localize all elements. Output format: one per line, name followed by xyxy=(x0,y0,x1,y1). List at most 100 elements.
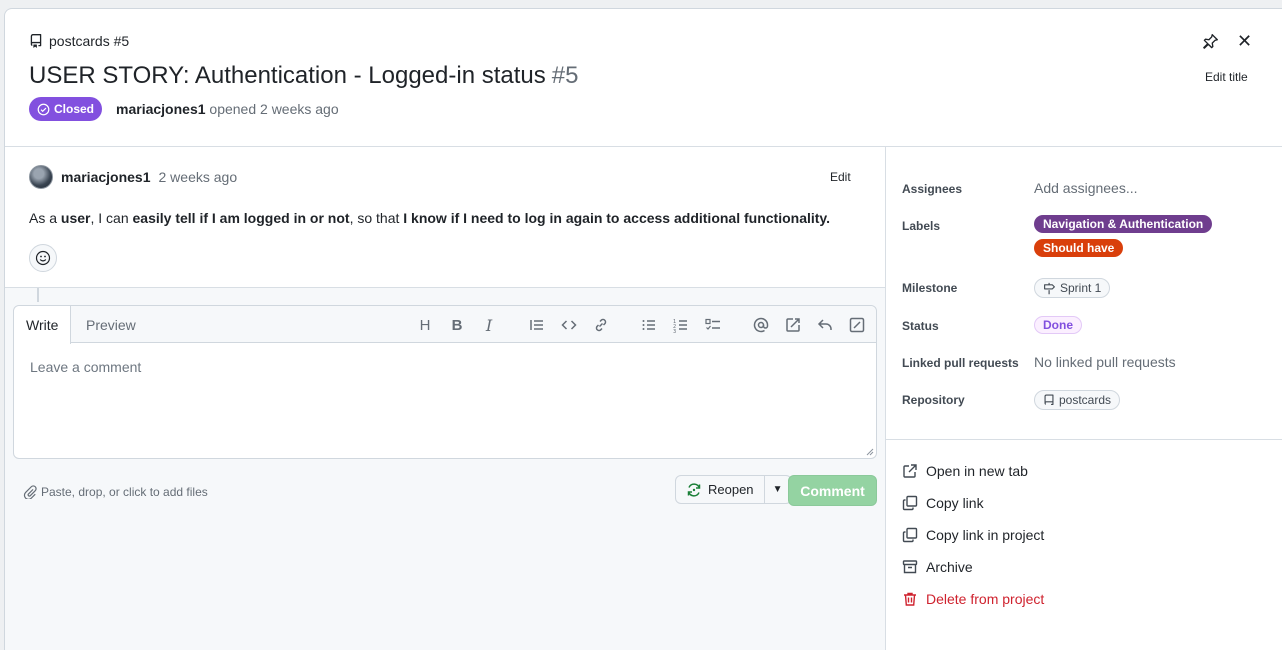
author-link[interactable]: mariacjones1 xyxy=(116,101,206,117)
pin-button[interactable] xyxy=(1201,33,1219,56)
paperclip-icon xyxy=(23,485,37,499)
edit-comment-button[interactable]: Edit xyxy=(830,170,851,184)
edit-square-icon xyxy=(849,317,865,333)
issue-main: mariacjones1 2 weeks ago Edit As a user,… xyxy=(5,147,885,650)
comment-body-segment: , I can xyxy=(90,210,133,226)
reopen-options-button[interactable]: ▼ xyxy=(765,476,791,503)
bold-icon: B xyxy=(451,316,463,334)
copy-link-in-project-button[interactable]: Copy link in project xyxy=(902,527,1044,543)
close-icon: ✕ xyxy=(1237,31,1253,51)
comment-author[interactable]: mariacjones1 xyxy=(61,169,151,185)
status-badge: Closed xyxy=(29,97,103,121)
quote-button[interactable] xyxy=(528,316,546,334)
archive-label: Archive xyxy=(926,559,973,575)
assignees-label: Assignees xyxy=(902,182,963,196)
add-assignees-button[interactable]: Add assignees... xyxy=(1034,180,1138,196)
italic-icon: I xyxy=(485,315,493,335)
status-pill[interactable]: Done xyxy=(1034,316,1082,334)
comment-body-segment: As a xyxy=(29,210,61,226)
reply-icon xyxy=(817,319,832,330)
resize-handle-icon[interactable] xyxy=(866,448,874,456)
timeline-line xyxy=(37,288,39,302)
comment-editor: Write Preview H B I 123 Leave a comment xyxy=(13,305,877,459)
delete-from-project-label: Delete from project xyxy=(926,591,1045,607)
comment-header: mariacjones1 2 weeks ago xyxy=(29,165,237,189)
close-button[interactable]: ✕ xyxy=(1237,31,1252,52)
comment-time[interactable]: 2 weeks ago xyxy=(159,169,238,185)
linked-pull-requests-label: Linked pull requests xyxy=(902,356,1019,370)
code-button[interactable] xyxy=(560,316,578,334)
repository-name: postcards xyxy=(1059,393,1112,407)
pin-icon xyxy=(1203,34,1218,49)
archive-button[interactable]: Archive xyxy=(902,559,973,575)
issue-header: postcards #5 USER STORY: Authentication … xyxy=(5,9,1282,147)
labels-label: Labels xyxy=(902,219,941,233)
repository-pill[interactable]: postcards xyxy=(1034,390,1121,410)
open-in-new-tab-button[interactable]: Open in new tab xyxy=(902,463,1028,479)
avatar[interactable] xyxy=(29,165,53,189)
reopen-button[interactable]: Reopen xyxy=(676,476,765,503)
ordered-list-icon: 123 xyxy=(673,319,687,333)
heading-button[interactable]: H xyxy=(416,316,434,334)
label-should-have[interactable]: Should have xyxy=(1034,239,1124,257)
delete-from-project-button[interactable]: Delete from project xyxy=(902,591,1044,607)
milestone-pill[interactable]: Sprint 1 xyxy=(1034,278,1111,298)
tab-write[interactable]: Write xyxy=(14,306,72,344)
quote-icon xyxy=(530,320,543,330)
task-list-button[interactable] xyxy=(704,316,722,334)
status-label: Status xyxy=(902,319,939,333)
repo-icon xyxy=(1044,394,1054,405)
opened-text: opened 2 weeks ago xyxy=(209,101,339,117)
add-reaction-button[interactable] xyxy=(29,244,57,272)
linked-pull-requests-value: No linked pull requests xyxy=(1034,354,1176,370)
fullscreen-button[interactable] xyxy=(848,316,866,334)
svg-text:3: 3 xyxy=(673,329,676,333)
sidebar-divider xyxy=(886,439,1282,440)
issue-title: USER STORY: Authentication - Logged-in s… xyxy=(29,62,546,89)
unordered-list-icon xyxy=(642,320,655,330)
check-circle-icon xyxy=(37,103,50,115)
comment-input[interactable]: Leave a comment xyxy=(30,359,141,375)
page-title: USER STORY: Authentication - Logged-in s… xyxy=(29,62,578,90)
repo-reference[interactable]: postcards #5 xyxy=(29,33,129,49)
comment-body-segment: easily tell if I am logged in or not xyxy=(132,210,350,226)
status-badge-label: Closed xyxy=(54,102,95,116)
comment-body-segment: user xyxy=(60,210,91,226)
issue-number: #5 xyxy=(551,62,579,89)
issue-reopened-icon xyxy=(687,482,701,497)
trash-icon xyxy=(904,592,916,606)
ordered-list-button[interactable]: 123 xyxy=(672,316,690,334)
code-icon xyxy=(561,320,577,330)
mention-button[interactable] xyxy=(752,316,770,334)
cross-reference-icon xyxy=(786,318,800,332)
link-button[interactable] xyxy=(592,316,610,334)
cross-reference-button[interactable] xyxy=(784,316,802,334)
comment-body-segment: I know if I need to log in again to acce… xyxy=(403,210,831,226)
italic-button[interactable]: I xyxy=(480,315,498,335)
milestone-icon xyxy=(1044,282,1055,294)
reopen-label: Reopen xyxy=(708,482,754,497)
issue-body-comment: mariacjones1 2 weeks ago Edit As a user,… xyxy=(5,147,885,288)
edit-title-button[interactable]: Edit title xyxy=(1205,70,1248,84)
labels-list[interactable]: Navigation & Authentication Should have xyxy=(1034,215,1213,257)
reopen-button-group: Reopen ▼ xyxy=(675,475,792,504)
unordered-list-button[interactable] xyxy=(640,316,658,334)
repository-value[interactable]: postcards xyxy=(1034,390,1121,410)
status-value[interactable]: Done xyxy=(1034,316,1082,334)
attach-files-text: Paste, drop, or click to add files xyxy=(41,485,208,499)
attach-files[interactable]: Paste, drop, or click to add files xyxy=(23,485,208,499)
tab-preview[interactable]: Preview xyxy=(74,306,148,343)
saved-reply-button[interactable] xyxy=(816,316,834,334)
copy-link-button[interactable]: Copy link xyxy=(902,495,984,511)
bold-button[interactable]: B xyxy=(448,316,466,334)
milestone-value[interactable]: Sprint 1 xyxy=(1034,278,1111,298)
issue-meta: Closed mariacjones1 opened 2 weeks ago xyxy=(29,97,339,121)
copy-link-label: Copy link xyxy=(926,495,984,511)
task-list-icon xyxy=(705,318,720,330)
editor-tabs: Write Preview H B I 123 xyxy=(14,306,876,344)
label-navigation-authentication[interactable]: Navigation & Authentication xyxy=(1034,215,1213,233)
triangle-down-icon: ▼ xyxy=(772,484,783,495)
comment-button[interactable]: Comment xyxy=(788,475,877,506)
issue-side-panel: postcards #5 USER STORY: Authentication … xyxy=(4,8,1282,650)
milestone-label: Milestone xyxy=(902,281,958,295)
